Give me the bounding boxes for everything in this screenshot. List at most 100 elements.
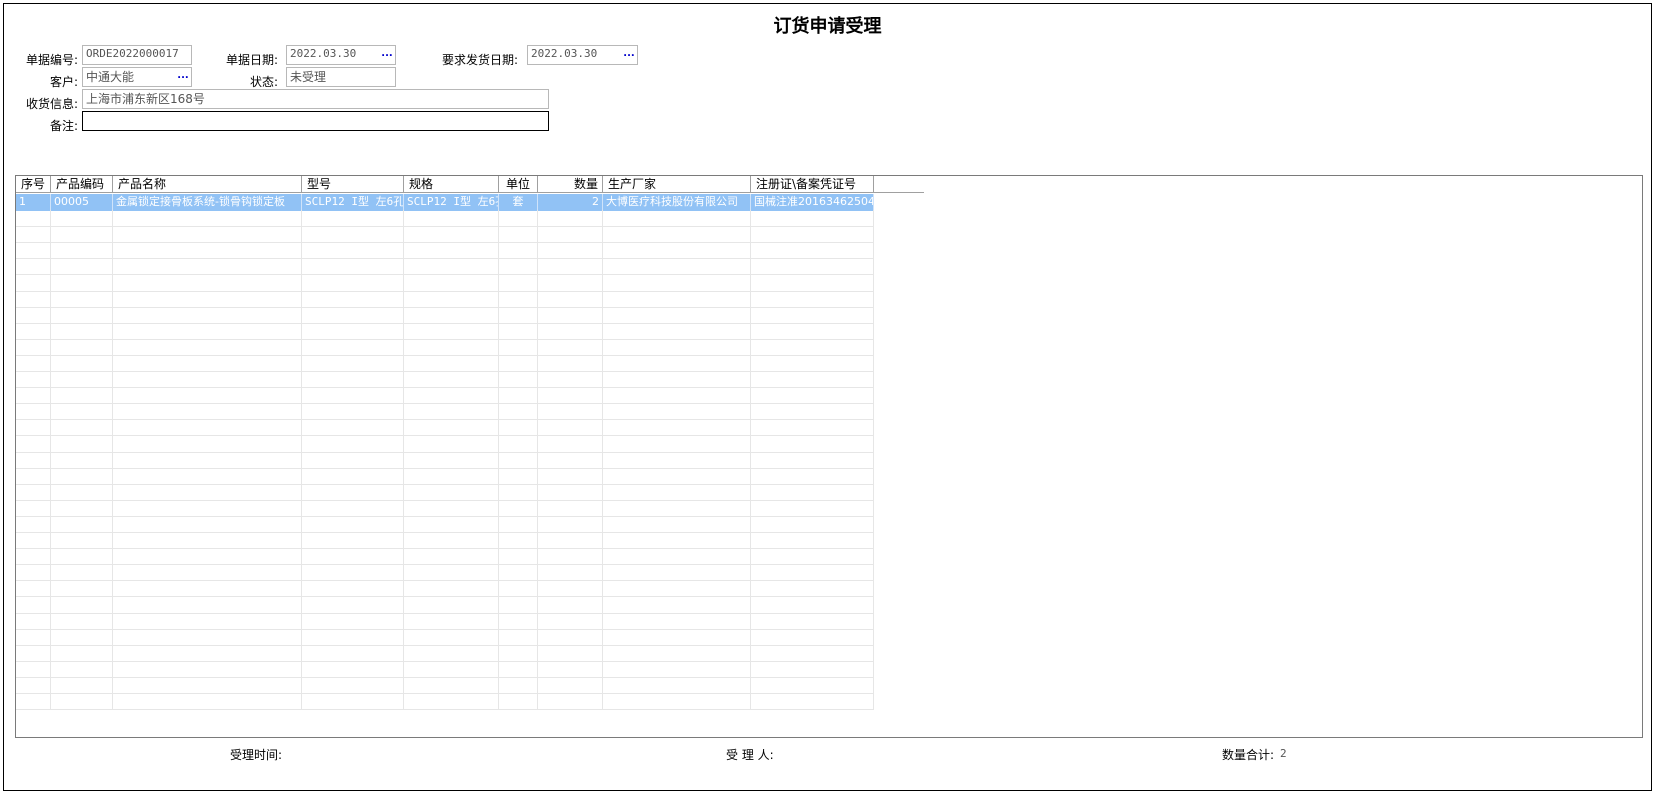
doc-no-field[interactable]: ORDE2022000017 [82, 45, 192, 65]
cell-col-code [51, 290, 113, 308]
table-row[interactable] [16, 467, 1642, 485]
table-row[interactable] [16, 612, 1642, 630]
cell-col-spec [404, 499, 499, 517]
table-row[interactable] [16, 628, 1642, 646]
remark-field[interactable] [82, 111, 549, 131]
cell-col-unit [499, 580, 538, 598]
table-row[interactable] [16, 371, 1642, 389]
cell-col-model [302, 580, 404, 598]
cell-col-name [113, 338, 302, 356]
cell-filler [874, 483, 1642, 501]
ship-date-picker-button[interactable]: ... [621, 48, 637, 64]
cell-col-reg-no [751, 564, 874, 582]
table-row[interactable] [16, 693, 1642, 711]
cell-col-qty [538, 677, 603, 694]
cell-col-maker [603, 435, 751, 453]
customer-picker-button[interactable]: ... [175, 70, 191, 86]
table-row[interactable] [16, 548, 1642, 566]
cell-col-code [51, 210, 113, 228]
table-row[interactable] [16, 419, 1642, 437]
cell-filler [874, 194, 1642, 211]
cell-col-seq [16, 628, 51, 646]
cell-col-spec [404, 693, 499, 711]
table-row[interactable] [16, 355, 1642, 372]
table-row[interactable] [16, 210, 1642, 228]
table-row[interactable] [16, 596, 1642, 614]
header-col-seq[interactable]: 序号 [16, 176, 51, 193]
cell-col-qty [538, 210, 603, 228]
header-col-code[interactable]: 产品编码 [51, 176, 113, 193]
table-row[interactable] [16, 258, 1642, 276]
cell-col-unit [499, 435, 538, 453]
cell-col-spec [404, 419, 499, 437]
table-row[interactable] [16, 499, 1642, 517]
table-row[interactable] [16, 532, 1642, 550]
cell-filler [874, 371, 1642, 389]
cell-filler [874, 419, 1642, 437]
header-col-unit[interactable]: 单位 [499, 176, 538, 193]
cell-col-model [302, 644, 404, 662]
cell-col-code [51, 564, 113, 582]
order-accept-window: 订货申请受理 单据编号: ORDE2022000017 单据日期: 2022.0… [3, 3, 1652, 791]
cell-col-code [51, 338, 113, 356]
cell-col-seq [16, 499, 51, 517]
cell-col-code [51, 322, 113, 340]
table-row[interactable] [16, 274, 1642, 292]
cell-col-name: 金属锁定接骨板系统-锁骨钩锁定板 [113, 194, 302, 211]
table-row[interactable] [16, 306, 1642, 324]
cell-filler [874, 355, 1642, 372]
table-row[interactable] [16, 226, 1642, 244]
cell-col-name [113, 274, 302, 292]
table-row[interactable] [16, 580, 1642, 598]
cell-col-reg-no [751, 403, 874, 421]
table-row[interactable] [16, 483, 1642, 501]
cell-filler [874, 242, 1642, 260]
cell-col-maker [603, 242, 751, 260]
cell-col-model [302, 322, 404, 340]
header-col-reg-no[interactable]: 注册证\备案凭证号 [751, 176, 874, 193]
table-row[interactable] [16, 677, 1642, 694]
table-row[interactable] [16, 564, 1642, 582]
cell-col-qty [538, 660, 603, 678]
header-col-name[interactable]: 产品名称 [113, 176, 302, 193]
cell-col-model [302, 419, 404, 437]
cell-col-code [51, 435, 113, 453]
table-row[interactable] [16, 387, 1642, 405]
cell-col-unit [499, 242, 538, 260]
table-row[interactable] [16, 290, 1642, 308]
receive-info-field[interactable]: 上海市浦东新区168号 [82, 89, 549, 109]
cell-col-reg-no [751, 451, 874, 469]
header-col-qty[interactable]: 数量 [538, 176, 603, 193]
header-col-maker[interactable]: 生产厂家 [603, 176, 751, 193]
cell-col-unit [499, 693, 538, 711]
cell-col-code [51, 612, 113, 630]
cell-col-spec [404, 274, 499, 292]
table-row[interactable] [16, 516, 1642, 533]
table-row[interactable] [16, 242, 1642, 260]
table-row[interactable] [16, 435, 1642, 453]
table-row[interactable] [16, 322, 1642, 340]
status-field[interactable]: 未受理 [286, 67, 396, 87]
cell-col-name [113, 499, 302, 517]
table-row[interactable] [16, 660, 1642, 678]
cell-col-reg-no [751, 596, 874, 614]
cell-col-code [51, 274, 113, 292]
table-row[interactable]: 1 00005 金属锁定接骨板系统-锁骨钩锁定板 SCLP12 I型 左6孔 SCLP1… [16, 194, 1642, 211]
cell-col-name [113, 242, 302, 260]
table-row[interactable] [16, 644, 1642, 662]
header-col-spec[interactable]: 规格 [404, 176, 499, 193]
header-col-model[interactable]: 型号 [302, 176, 404, 193]
cell-filler [874, 612, 1642, 630]
table-row[interactable] [16, 403, 1642, 421]
cell-col-name [113, 290, 302, 308]
cell-filler [874, 226, 1642, 244]
cell-col-name [113, 628, 302, 646]
cell-col-seq [16, 274, 51, 292]
cell-col-name [113, 210, 302, 228]
cell-col-maker [603, 499, 751, 517]
table-row[interactable] [16, 338, 1642, 356]
table-row[interactable] [16, 451, 1642, 469]
cell-col-code [51, 596, 113, 614]
doc-date-picker-button[interactable]: ... [379, 48, 395, 64]
cell-col-reg-no [751, 532, 874, 550]
